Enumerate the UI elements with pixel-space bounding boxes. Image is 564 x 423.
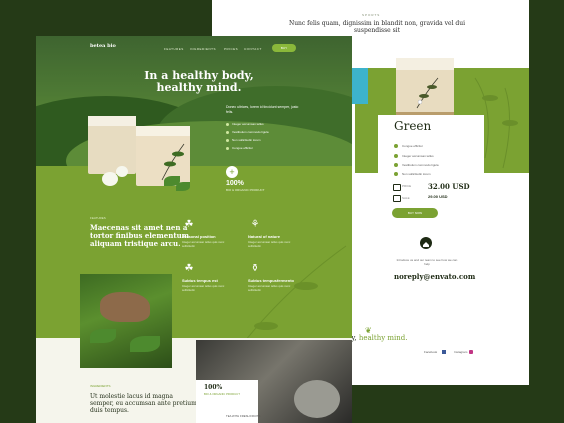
bullet-icon	[226, 139, 229, 142]
tea-branch-icon	[416, 77, 439, 109]
right-quote: Nunc felis quam, dignissim in blandit no…	[288, 20, 466, 34]
feature-bullet-icon	[394, 163, 398, 167]
contact-email-link[interactable]: noreply@envato.com	[394, 272, 475, 281]
product-box-top	[396, 58, 454, 70]
hero-list-item: Vestibulum commodo ligula	[232, 130, 269, 134]
organic-percent: 100%	[226, 180, 244, 187]
nav-buy-button[interactable]: BUY	[272, 44, 296, 52]
nav-item-features[interactable]: FEATURES	[164, 47, 184, 51]
feature-bullet-icon	[394, 154, 398, 158]
motto-highlight: healthy mind.	[358, 334, 408, 342]
nav-item-ingredients[interactable]: INGREDIENTS	[190, 47, 216, 51]
bullet-icon	[226, 147, 229, 150]
nav-item-prices[interactable]: PRICES	[224, 47, 238, 51]
teapot-shape	[294, 380, 340, 418]
tea-leaf-icon	[90, 329, 116, 343]
hero-list-item: Integer accumsan tellus	[232, 122, 264, 126]
bullet-icon	[226, 123, 229, 126]
facebook-link[interactable]: Facebook	[424, 350, 437, 354]
buy-now-button[interactable]: BUY NOW	[392, 208, 438, 218]
instagram-link[interactable]: Instagram	[454, 350, 467, 354]
tea-leaf-icon	[130, 336, 160, 352]
contact-text: Introduce us and our team to see how we …	[396, 258, 458, 266]
fruits-label: TEA WITH FRESH FRUITS	[226, 414, 261, 418]
ingredients-label: INGREDIENTS	[90, 384, 111, 388]
product-title: Green	[394, 119, 432, 133]
tea-box-top	[88, 116, 136, 126]
section-label: FEATURES	[90, 216, 106, 220]
hero-list-item: Non sollicitudin lorem	[232, 138, 261, 142]
hand-leaf-icon: ☘	[184, 219, 194, 230]
hand-shape	[100, 292, 150, 322]
feature-bullet-icon	[394, 172, 398, 176]
product-feature: Integer accumsan tellus	[402, 154, 434, 158]
feature-desc: Integer accumsan tellus quis nunc sollic…	[248, 240, 291, 248]
sprout-icon: ⚘	[250, 219, 260, 230]
tea-box-top	[136, 126, 190, 136]
feature-title: Natural of nature	[248, 234, 281, 239]
product-feature: Non sollicitudin lorem	[402, 172, 431, 176]
hand-leaf-icon: ☘	[184, 263, 194, 274]
organic-label: BIO & ORGANIC PRODUCT	[226, 188, 265, 192]
feature-desc: Integer accumsan tellus quis nunc sollic…	[248, 284, 291, 292]
feature-bullet-icon	[394, 144, 398, 148]
sale-price-label: SALE	[402, 196, 410, 200]
price-value: 32.00 USD	[428, 182, 470, 191]
feature-desc: Integer accumsan tellus quis nunc sollic…	[182, 284, 225, 292]
brand-logo[interactable]: betea bio	[90, 44, 116, 49]
product-feature: Congue efficitur	[402, 144, 423, 148]
section-title: Maecenas sit amet nen a tortor finibus e…	[90, 223, 190, 248]
price-tag-icon	[393, 184, 401, 191]
hero-section	[36, 36, 352, 201]
facebook-icon[interactable]	[442, 350, 446, 354]
sale-tag-icon	[393, 195, 401, 202]
jar-icon: ⚱	[250, 263, 260, 274]
hero-subtitle: Donec ultrices, lorem id tincidunt sempe…	[226, 105, 299, 114]
organic-percent-2: 100%	[204, 384, 223, 391]
jasmine-flower-icon	[116, 166, 128, 177]
feature-title: Subtus tempus est	[182, 278, 218, 283]
product-feature: Vestibulum commodo ligula	[402, 163, 439, 167]
feature-desc: Integer accumsan tellus quis nunc sollic…	[182, 240, 225, 248]
bullet-icon	[226, 131, 229, 134]
organic-label-2: BIO & ORGANIC PRODUCT	[204, 392, 240, 396]
tea-leaf-icon	[176, 182, 190, 191]
feature-title: Personal position	[182, 234, 216, 239]
jasmine-flower-icon	[102, 172, 118, 186]
right-small-label: SPORTS	[362, 13, 381, 17]
instagram-icon[interactable]	[469, 350, 473, 354]
price-label: PRICE	[402, 184, 412, 188]
sale-price-value: 29.00 USD	[428, 194, 448, 199]
hero-headline: In a healthy body, healthy mind.	[144, 69, 254, 94]
ingredients-quote: Ut molestie lacus id magna semper, eu ac…	[90, 393, 197, 414]
hero-list-item: Congue efficitur	[232, 146, 253, 150]
right-cyan-accent	[352, 68, 368, 104]
contact-icon	[420, 237, 432, 249]
plus-icon[interactable]: +	[226, 166, 238, 178]
nav-item-contact[interactable]: CONTACT	[244, 47, 262, 51]
tea-picking-photo	[80, 274, 172, 368]
feature-title: Subtus tempusfermento	[248, 278, 295, 283]
left-page-mockup: betea bio FEATURES INGREDIENTS PRICES CO…	[36, 36, 352, 423]
